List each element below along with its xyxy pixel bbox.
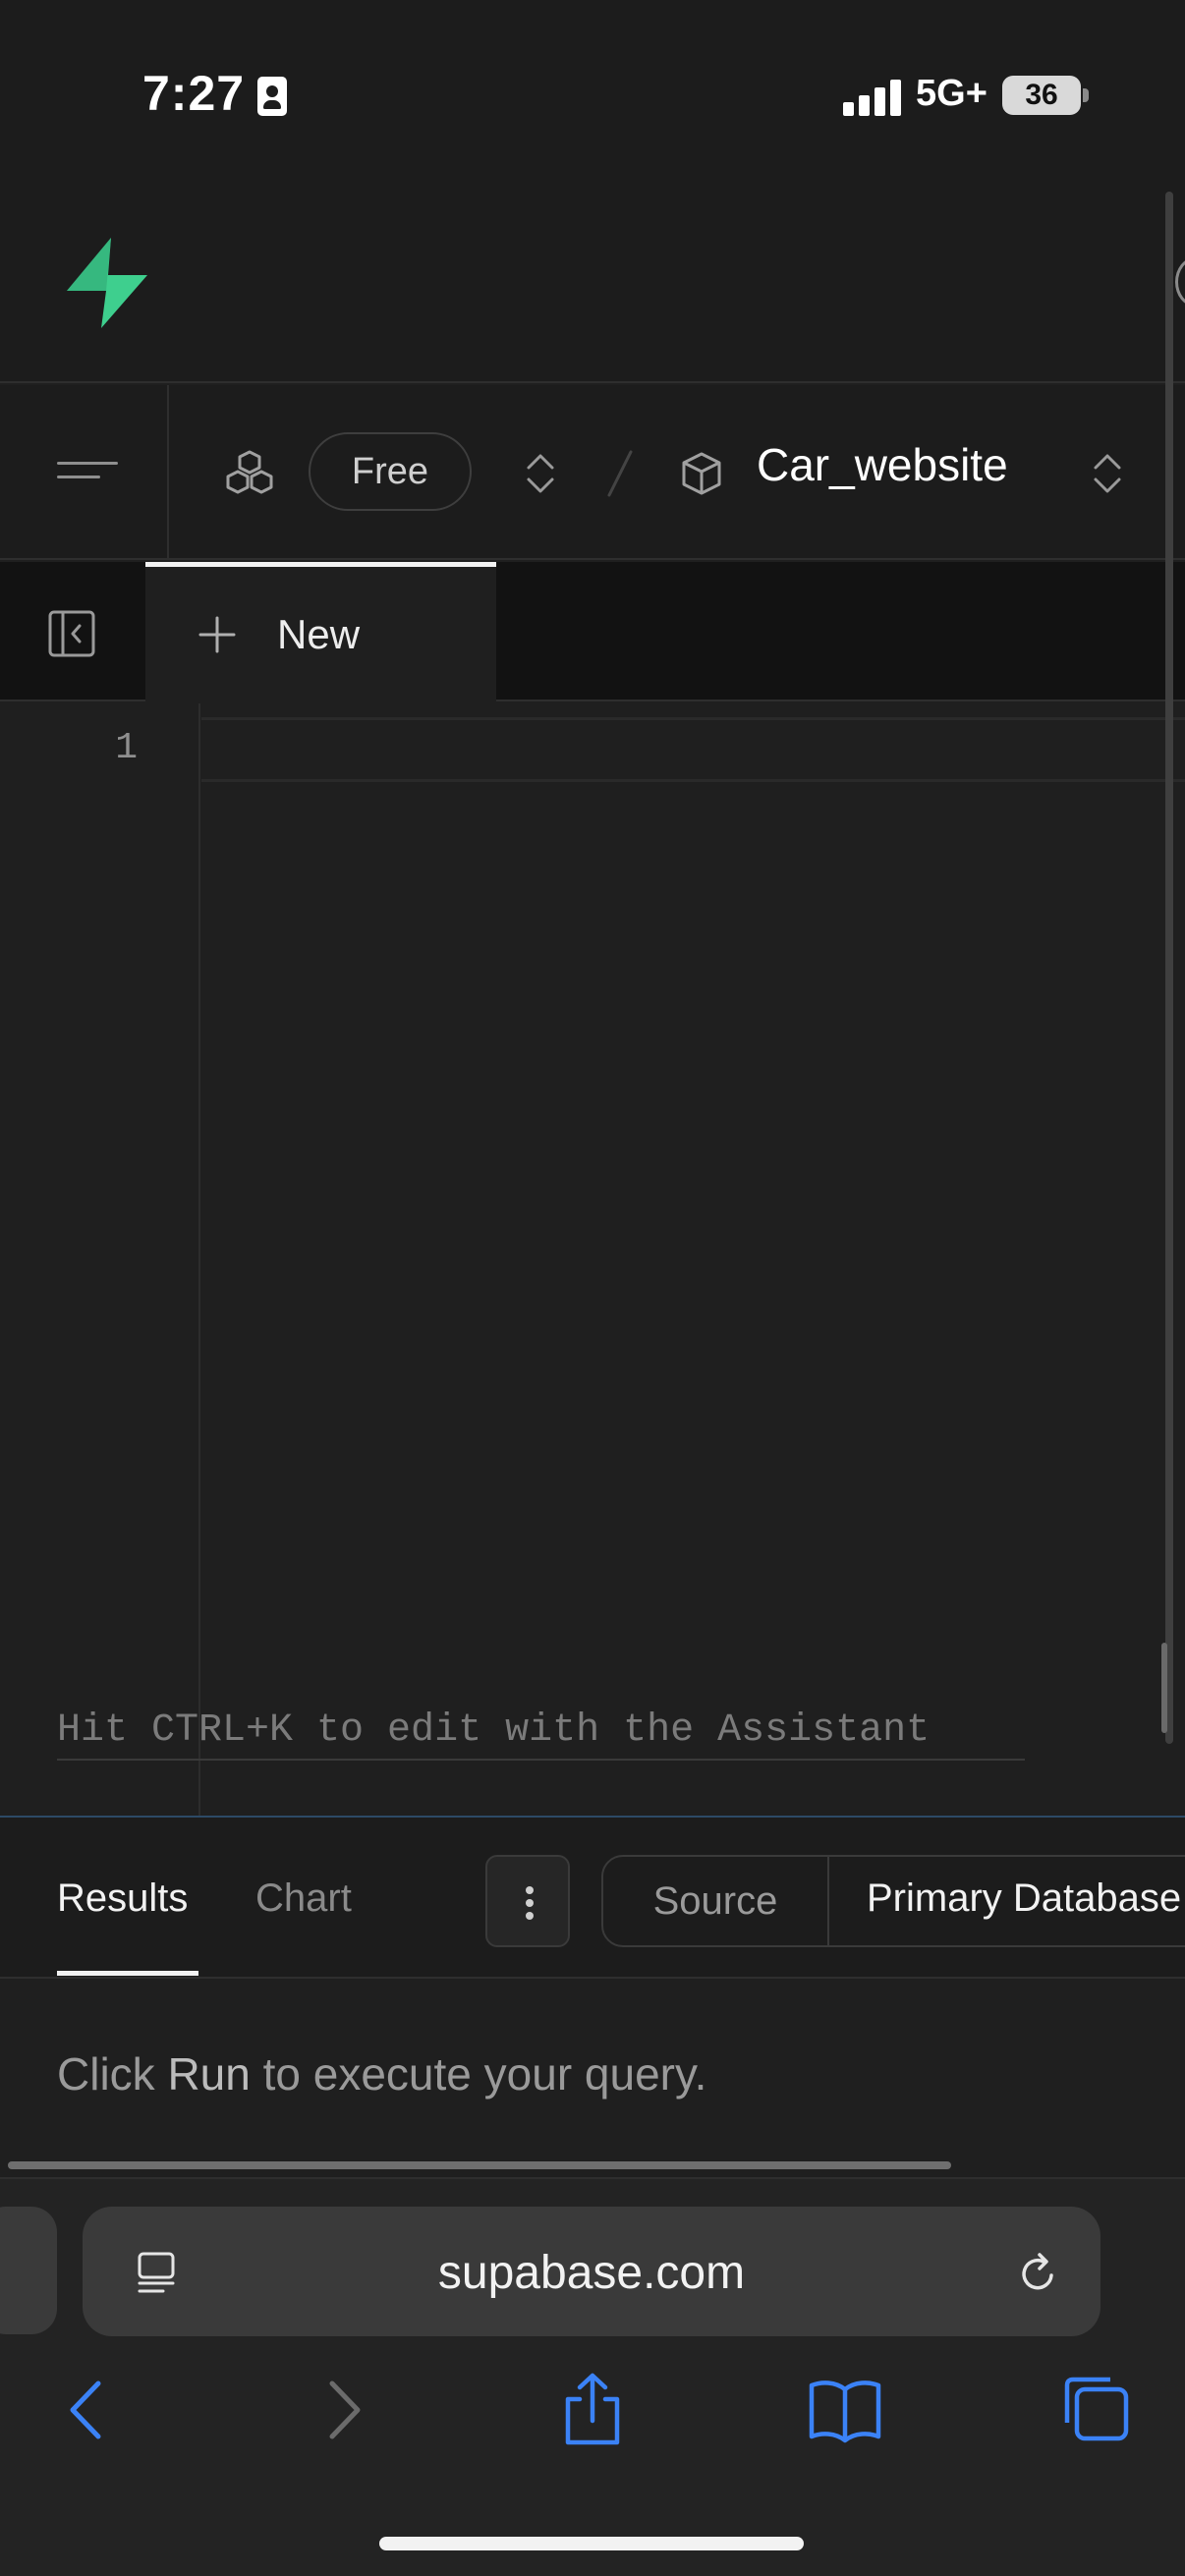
url-text[interactable]: supabase.com [83, 2246, 1100, 2300]
screen: 7:27 5G+ 36 Free Car_website New 1 Hit C… [0, 0, 1185, 2576]
bookmarks-icon[interactable] [806, 2376, 884, 2444]
network-type: 5G+ [916, 73, 988, 114]
supabase-logo-icon[interactable] [57, 234, 155, 332]
run-hint-suffix: to execute your query. [250, 2048, 707, 2100]
page-scrollbar[interactable] [1165, 192, 1173, 1744]
app-header [0, 182, 1185, 383]
database-selector[interactable]: Primary Database [867, 1876, 1181, 1921]
run-hint-prefix: Click [57, 2048, 168, 2100]
run-hint-run: Run [167, 2048, 251, 2100]
new-tab-label[interactable]: New [277, 611, 360, 658]
menu-button[interactable] [29, 432, 145, 511]
back-icon[interactable] [59, 2376, 114, 2444]
chevron-updown-icon[interactable] [521, 450, 560, 497]
line-number: 1 [115, 727, 138, 769]
tab-results-underline [57, 1971, 198, 1976]
status-time: 7:27 [142, 66, 246, 121]
battery-nub [1083, 88, 1089, 102]
tab-chart[interactable]: Chart [255, 1876, 352, 1921]
active-line-highlight[interactable] [201, 717, 1185, 782]
forward-icon[interactable] [316, 2376, 371, 2444]
tabs-icon[interactable] [1059, 2372, 1132, 2444]
sql-editor[interactable] [0, 703, 1185, 1816]
more-options-button[interactable] [485, 1855, 570, 1947]
plus-icon[interactable] [197, 614, 238, 655]
organization-icon[interactable] [224, 448, 275, 499]
divider [167, 385, 169, 560]
project-box-icon[interactable] [678, 450, 725, 497]
assistant-hint: Hit CTRL+K to edit with the Assistant [57, 1704, 1025, 1761]
gutter-divider [198, 703, 200, 1816]
run-hint: Click Run to execute your query. [57, 2047, 706, 2100]
reload-icon[interactable] [1014, 2250, 1061, 2297]
id-card-icon [257, 77, 287, 116]
tab-results[interactable]: Results [57, 1876, 188, 1921]
chevron-updown-icon[interactable] [1088, 450, 1127, 497]
project-name[interactable]: Car_website [757, 438, 1008, 491]
signal-icon [843, 77, 902, 116]
plan-badge[interactable]: Free [309, 432, 472, 511]
editor-scrollbar-handle[interactable] [1161, 1643, 1167, 1733]
source-label: Source [603, 1857, 829, 1945]
previous-tab-preview[interactable] [0, 2207, 57, 2334]
breadcrumb-separator [607, 450, 633, 497]
sidebar-toggle-icon[interactable] [47, 609, 96, 658]
battery-level: 36 [1025, 79, 1058, 111]
horizontal-scrollbar[interactable] [8, 2161, 951, 2169]
share-icon[interactable] [558, 2370, 627, 2448]
home-indicator[interactable] [379, 2537, 804, 2550]
